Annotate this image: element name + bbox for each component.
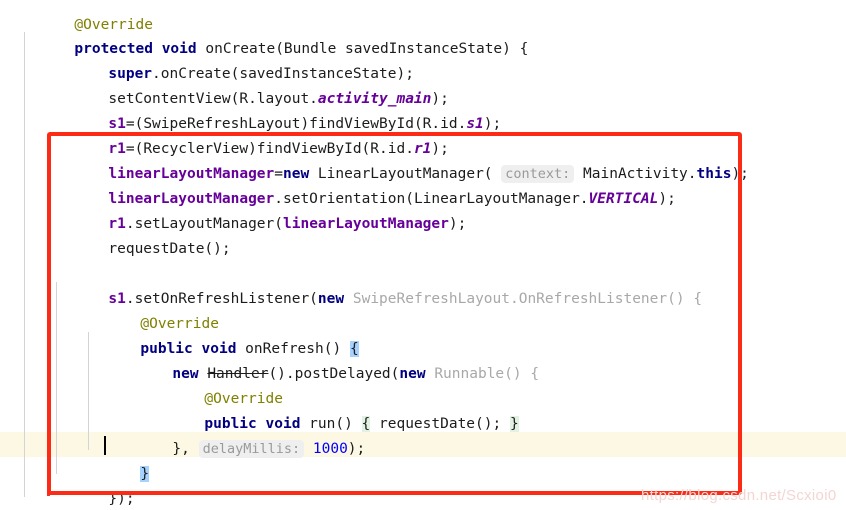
code-line[interactable]: public void run() { requestDate(); } — [0, 387, 519, 432]
code-line[interactable]: new Handler().postDelayed(new Runnable()… — [0, 337, 539, 382]
code-line[interactable]: setContentView(R.layout.activity_main); — [0, 62, 448, 107]
static-field-vertical: VERTICAL — [588, 191, 659, 207]
anonymous-class-type: Runnable() { — [425, 366, 540, 382]
field-linearlayoutmanager: linearLayoutManager — [283, 216, 449, 232]
code-line[interactable]: s1=(SwipeRefreshLayout)findViewById(R.id… — [0, 87, 501, 132]
code-line[interactable]: requestDate(); — [0, 212, 230, 257]
code-line[interactable]: super.onCreate(savedInstanceState); — [0, 37, 414, 82]
method-call-requestdate: requestDate(); — [108, 241, 231, 257]
code-line[interactable] — [0, 237, 117, 262]
watermark-url: https://blog.csdn.net/Scxioi0 — [641, 487, 837, 504]
text-caret — [104, 436, 106, 455]
code-text-layer[interactable]: @Override protected void onCreate(Bundle… — [0, 0, 846, 510]
static-field-s1: s1 — [466, 116, 484, 132]
code-line[interactable]: r1=(RecyclerView)findViewById(R.id.r1); — [0, 112, 449, 157]
keyword-this: this — [696, 166, 732, 182]
anonymous-class-type: SwipeRefreshLayout.OnRefreshListener() { — [344, 291, 703, 307]
keyword-new: new — [317, 291, 345, 307]
parameter-hint-delaymillis: delayMillis: — [198, 440, 305, 458]
number-literal-1000: 1000 — [312, 441, 348, 457]
close-anonymous-class: }); — [108, 491, 135, 507]
code-line[interactable]: linearLayoutManager.setOrientation(Linea… — [0, 162, 675, 207]
code-line[interactable]: r1.setLayoutManager(linearLayoutManager)… — [0, 187, 466, 232]
code-line[interactable]: public void onRefresh() { — [0, 312, 359, 357]
code-line[interactable]: }); — [0, 462, 134, 507]
code-line[interactable]: }, delayMillis: 1000); — [0, 412, 365, 458]
code-line[interactable]: protected void onCreate(Bundle savedInst… — [0, 12, 528, 57]
brace-caret-highlight: } — [140, 466, 150, 482]
code-line[interactable]: @Override — [0, 362, 283, 407]
keyword-new: new — [399, 366, 426, 382]
code-line[interactable]: linearLayoutManager=new LinearLayoutMana… — [0, 137, 749, 183]
code-line[interactable]: } — [0, 437, 150, 482]
brace-match-highlight: } — [509, 416, 519, 432]
code-editor-screenshot: @Override protected void onCreate(Bundle… — [0, 0, 846, 510]
code-line[interactable]: s1.setOnRefreshListener(new SwipeRefresh… — [0, 262, 702, 307]
code-line[interactable]: } — [0, 487, 83, 510]
code-line[interactable]: @Override — [0, 287, 219, 332]
